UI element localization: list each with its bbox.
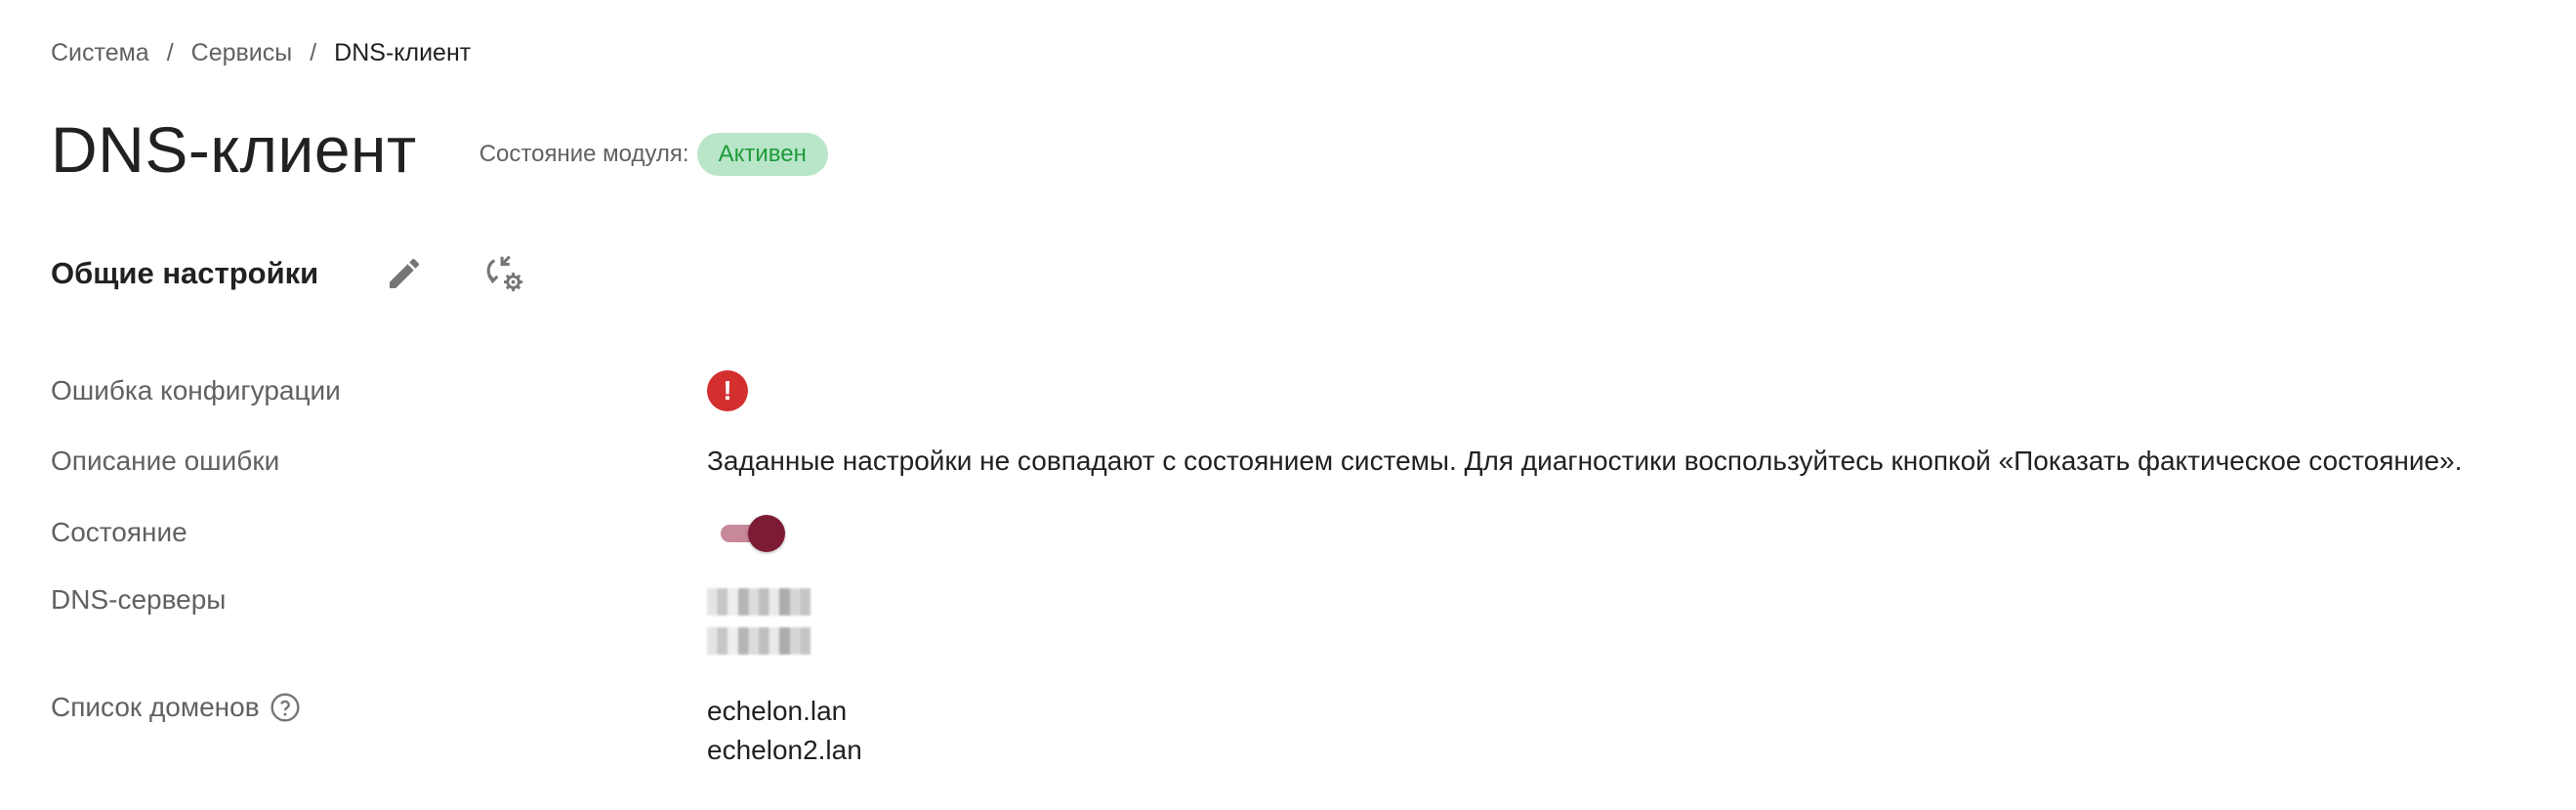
breadcrumb-separator: / bbox=[166, 38, 174, 66]
breadcrumb-item-services[interactable]: Сервисы bbox=[191, 39, 293, 67]
pencil-icon bbox=[390, 258, 420, 288]
toggle-thumb bbox=[748, 515, 785, 552]
row-state: Состояние bbox=[51, 512, 785, 553]
state-toggle[interactable] bbox=[707, 513, 785, 552]
row-config-error: Ошибка конфигурации ! bbox=[51, 369, 748, 412]
page-title: DNS-клиент bbox=[51, 113, 417, 186]
config-error-label: Ошибка конфигурации bbox=[51, 375, 341, 405]
dns-servers-value bbox=[707, 584, 810, 666]
domains-value: echelon.lan echelon2.lan bbox=[707, 692, 862, 770]
state-value bbox=[707, 512, 785, 553]
breadcrumb-item-system[interactable]: Система bbox=[51, 39, 149, 67]
module-state: Состояние модуля: Активен bbox=[479, 133, 828, 176]
section-header: Общие настройки bbox=[51, 244, 533, 303]
breadcrumb-separator: / bbox=[310, 38, 317, 66]
dns-server-redacted bbox=[707, 627, 810, 655]
module-state-label: Состояние модуля: bbox=[478, 141, 689, 167]
breadcrumb: Система / Сервисы / DNS-клиент bbox=[51, 35, 471, 70]
show-actual-state-button[interactable] bbox=[475, 244, 533, 303]
row-domains: Список доменов echelon.lan echelon2.lan bbox=[51, 692, 862, 770]
domain-item: echelon.lan bbox=[707, 696, 848, 726]
section-title: Общие настройки bbox=[51, 256, 319, 290]
domain-item: echelon2.lan bbox=[707, 735, 862, 765]
dns-server-redacted bbox=[707, 588, 810, 616]
row-error-description: Описание ошибки Заданные настройки не со… bbox=[51, 442, 2462, 481]
domains-label: Список доменов bbox=[51, 692, 260, 722]
status-badge: Активен bbox=[696, 133, 828, 176]
title-row: DNS-клиент Состояние модуля: Активен bbox=[51, 106, 828, 193]
config-error-value: ! bbox=[707, 369, 748, 412]
error-icon: ! bbox=[707, 370, 748, 411]
sync-settings-icon bbox=[486, 255, 523, 292]
breadcrumb-current: DNS-клиент bbox=[334, 38, 472, 66]
error-description-label: Описание ошибки bbox=[51, 446, 280, 476]
dns-servers-label: DNS-серверы bbox=[51, 584, 227, 615]
edit-button[interactable] bbox=[375, 244, 434, 303]
error-description-value: Заданные настройки не совпадают с состоя… bbox=[707, 446, 2463, 476]
domains-label-wrap: Список доменов bbox=[51, 692, 707, 731]
help-icon[interactable] bbox=[270, 692, 301, 723]
page: Система / Сервисы / DNS-клиент DNS-клиен… bbox=[0, 0, 2576, 810]
row-dns-servers: DNS-серверы bbox=[51, 584, 810, 666]
state-label: Состояние bbox=[51, 517, 187, 547]
